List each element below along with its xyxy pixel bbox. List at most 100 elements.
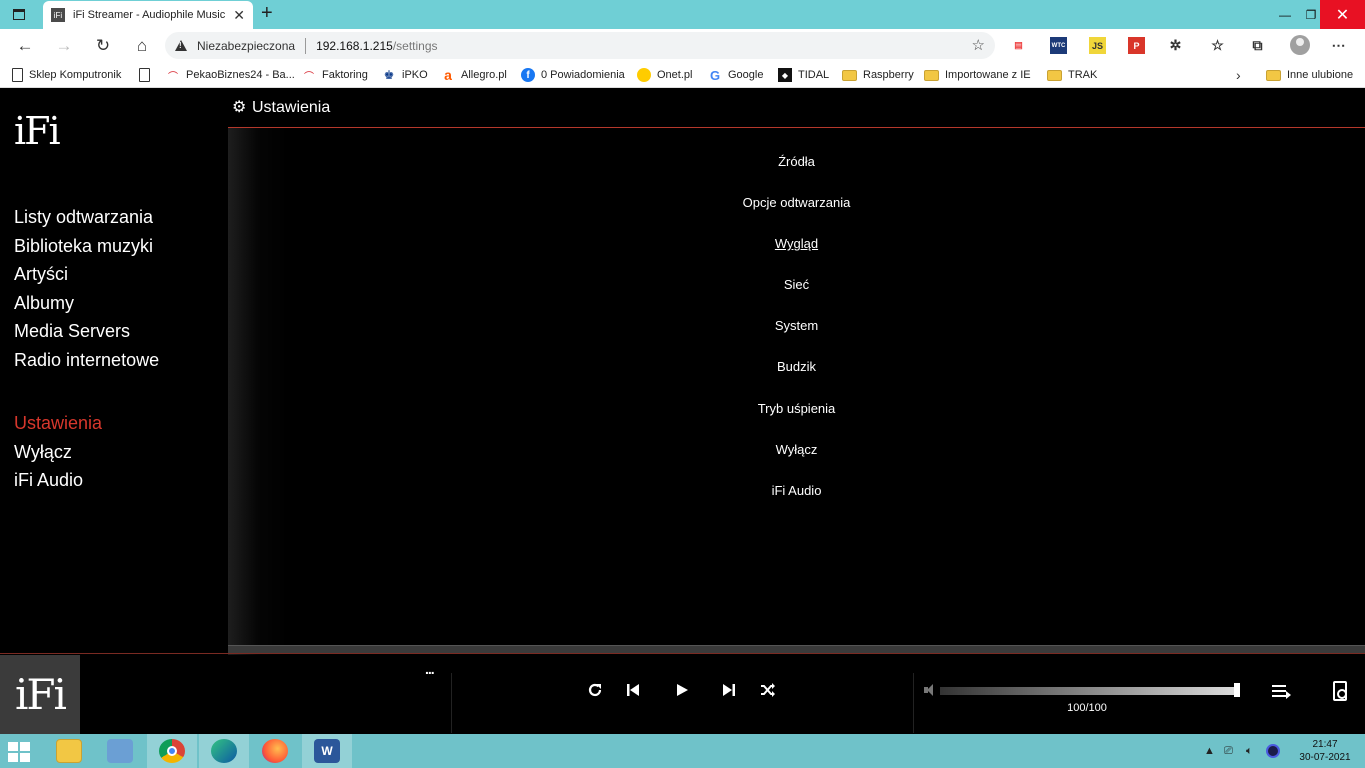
sidebar-item-internet-radio[interactable]: Radio internetowe [14, 346, 159, 375]
file-explorer-icon[interactable] [44, 734, 94, 768]
volume-icon[interactable] [924, 684, 934, 696]
bookmark-item[interactable]: ⌒ PekaoBiznes24 - Ba... [166, 67, 295, 83]
settings-item-playback-options[interactable]: Opcje odtwarzania [228, 182, 1365, 223]
sidebar-item-ifi-audio[interactable]: iFi Audio [14, 466, 102, 495]
device-output-icon[interactable] [1333, 681, 1347, 701]
profile-avatar[interactable] [1290, 35, 1310, 55]
volume-slider-thumb[interactable] [1234, 683, 1240, 697]
close-window-button[interactable]: ✕ [1320, 0, 1365, 29]
bookmark-folder[interactable]: Raspberry [842, 67, 914, 83]
system-clock[interactable]: 21:47 30-07-2021 [1295, 738, 1355, 764]
now-playing-cover[interactable]: iFi [0, 655, 80, 734]
home-button[interactable]: ⌂ [130, 34, 154, 58]
pdf-extension-icon[interactable]: ▤ [1010, 37, 1027, 54]
page-icon [139, 68, 150, 82]
settings-more-icon[interactable]: ⋯ [1330, 37, 1347, 54]
bookmark-folder[interactable]: TRAK [1047, 67, 1097, 83]
ifi-app: iFi Listy odtwarzania Biblioteka muzyki … [0, 89, 1365, 734]
new-tab-button[interactable]: + [261, 3, 273, 23]
bookmark-item[interactable]: ⌒ Faktoring [302, 67, 368, 83]
volume-readout: 100/100 [1067, 702, 1107, 714]
bookmark-item[interactable]: Sklep Komputronik [12, 67, 121, 83]
word-icon[interactable]: W [302, 734, 352, 768]
other-favorites-folder[interactable]: Inne ulubione [1266, 67, 1353, 83]
pekao-icon: ⌒ [168, 71, 178, 83]
player-divider-left [451, 673, 452, 733]
chrome-icon[interactable] [147, 734, 197, 768]
sidebar-item-settings[interactable]: Ustawienia [14, 409, 102, 438]
extensions-puzzle-icon[interactable]: ✲ [1167, 37, 1184, 54]
browser-tab[interactable]: iFi iFi Streamer - Audiophile Music P ✕ [43, 1, 253, 29]
p-extension-icon[interactable]: P [1128, 37, 1145, 54]
refresh-button[interactable]: ↻ [91, 34, 115, 58]
app-tray-icon[interactable] [1266, 734, 1280, 768]
bookmark-label: 0 Powiadomienia [541, 69, 625, 81]
bookmark-folder[interactable]: Importowane z IE [924, 67, 1031, 83]
settings-item-network[interactable]: Sieć [228, 264, 1365, 305]
bookmark-label: Importowane z IE [945, 69, 1031, 81]
wtc-extension-icon[interactable]: WTC [1050, 37, 1067, 54]
sidebar-item-playlists[interactable]: Listy odtwarzania [14, 203, 159, 232]
settings-item-sources[interactable]: Źródła [228, 141, 1365, 182]
url-host: 192.168.1.215 [316, 38, 393, 53]
collections-icon[interactable]: ⧉ [1249, 37, 1266, 54]
bookmark-item[interactable] [139, 67, 156, 83]
sidebar-item-music-library[interactable]: Biblioteka muzyki [14, 232, 159, 261]
forward-button[interactable]: → [52, 34, 76, 58]
tray-chevron-icon[interactable]: ▲ [1204, 734, 1215, 768]
next-track-icon[interactable] [718, 679, 740, 701]
edge-icon[interactable] [199, 734, 249, 768]
sidebar-item-media-servers[interactable]: Media Servers [14, 317, 159, 346]
settings-item-ifi-audio[interactable]: iFi Audio [228, 470, 1365, 511]
chevron-right-icon[interactable]: › [1236, 67, 1241, 83]
sidebar-item-albums[interactable]: Albumy [14, 289, 159, 318]
horizontal-scrollbar[interactable] [228, 645, 1365, 653]
volume-slider[interactable] [940, 687, 1238, 695]
warning-icon [175, 40, 187, 51]
url-field[interactable]: Niezabezpieczona 192.168.1.215 /settings… [165, 32, 995, 59]
firefox-icon[interactable] [250, 734, 300, 768]
sidebar-item-artists[interactable]: Artyści [14, 260, 159, 289]
back-button[interactable]: ← [13, 34, 37, 58]
js-extension-icon[interactable]: JS [1089, 37, 1106, 54]
settings-item-appearance[interactable]: Wygląd [228, 223, 1365, 264]
add-favorite-icon[interactable]: ☆ [972, 36, 985, 54]
minimize-button[interactable]: — [1268, 0, 1302, 29]
speaker-icon[interactable]: 🔈︎ [1246, 734, 1253, 768]
windows-taskbar: W ▲ ⎚ 🔈︎ 21:47 30-07-2021 [0, 734, 1365, 768]
settings-item-sleep-mode[interactable]: Tryb uśpienia [228, 388, 1365, 429]
windows-start-icon[interactable] [8, 742, 30, 762]
settings-item-power-off[interactable]: Wyłącz [228, 429, 1365, 470]
bookmark-item[interactable]: f 0 Powiadomienia [521, 67, 625, 83]
settings-panel: ⚙ Ustawienia Źródła Opcje odtwarzania Wy… [228, 89, 1365, 655]
bookmark-item[interactable]: ◆ TIDAL [778, 67, 829, 83]
facebook-icon: f [521, 68, 535, 82]
bookmark-item[interactable]: Onet.pl [637, 67, 692, 83]
ifi-logo[interactable]: iFi [14, 109, 61, 153]
url-separator [305, 37, 307, 54]
shuffle-icon[interactable] [757, 679, 779, 701]
play-icon[interactable] [671, 679, 693, 701]
settings-item-alarm[interactable]: Budzik [228, 346, 1365, 387]
more-options-icon[interactable]: ... [425, 661, 435, 677]
folder-icon [1266, 69, 1281, 81]
settings-menu: Źródła Opcje odtwarzania Wygląd Sieć Sys… [228, 141, 1365, 511]
settings-item-system[interactable]: System [228, 305, 1365, 346]
bookmark-item[interactable]: ♚ iPKO [382, 67, 428, 83]
sidebar-item-power-off[interactable]: Wyłącz [14, 438, 102, 467]
player-bar: iFi ... 100/100 [0, 655, 1365, 734]
bookmark-item[interactable]: a Allegro.pl [441, 67, 507, 83]
repeat-icon[interactable] [584, 679, 606, 701]
player-divider [0, 653, 1365, 654]
favorites-icon[interactable]: ☆ [1209, 37, 1226, 54]
bookmark-label: Onet.pl [657, 69, 693, 81]
bookmark-item[interactable]: G Google [708, 67, 764, 83]
previous-track-icon[interactable] [622, 679, 644, 701]
queue-icon[interactable] [1272, 685, 1292, 699]
restore-button[interactable]: ❐ [1302, 0, 1320, 29]
tab-close-icon[interactable]: ✕ [233, 7, 245, 24]
network-icon[interactable]: ⎚ [1224, 734, 1233, 768]
window-menu-icon[interactable] [10, 6, 28, 22]
tidal-icon: ◆ [778, 68, 792, 82]
computer-icon[interactable] [95, 734, 145, 768]
